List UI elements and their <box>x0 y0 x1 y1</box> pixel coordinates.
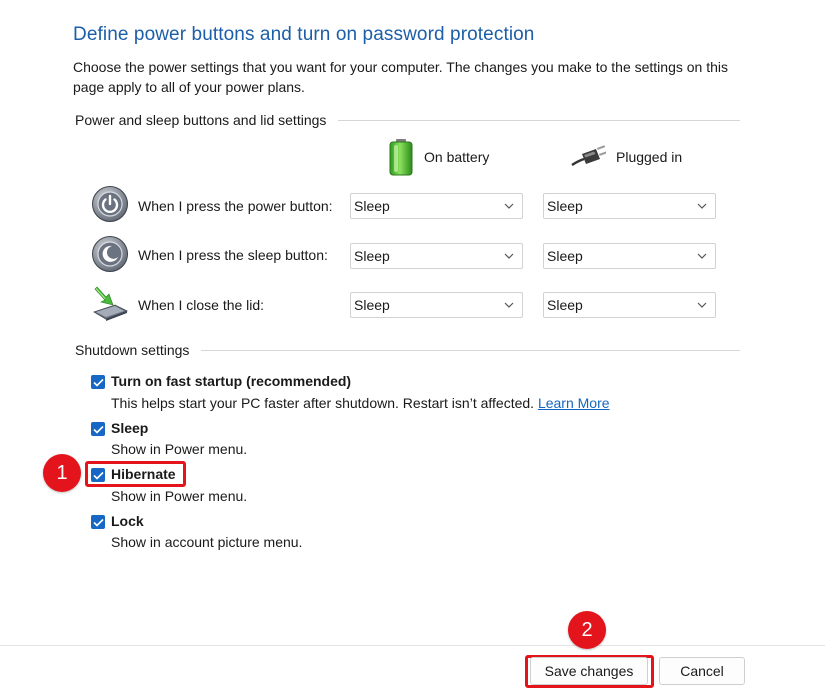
sleep-button-label: When I press the sleep button: <box>138 247 328 263</box>
power-settings-group-label: Power and sleep buttons and lid settings <box>75 112 327 128</box>
page-description: Choose the power settings that you want … <box>73 59 729 95</box>
step-marker-2: 2 <box>568 611 606 649</box>
sleep-button-plugged-select[interactable]: Sleep <box>543 243 716 269</box>
shutdown-settings-group-label: Shutdown settings <box>75 342 190 358</box>
chevron-down-icon <box>504 302 514 308</box>
fast-startup-description: This helps start your PC faster after sh… <box>111 395 610 411</box>
column-label-plugged: Plugged in <box>616 149 683 165</box>
chevron-down-icon <box>697 203 707 209</box>
sleep-option-title: Sleep <box>111 420 149 436</box>
chevron-down-icon <box>504 203 514 209</box>
power-button-battery-select[interactable]: Sleep <box>350 193 523 219</box>
checkmark-icon <box>92 425 104 434</box>
group-divider <box>338 119 740 121</box>
hibernate-checkbox[interactable] <box>91 468 105 482</box>
sleep-checkbox[interactable] <box>91 422 105 436</box>
page-title: Define power buttons and turn on passwor… <box>73 24 535 45</box>
lid-close-plugged-select[interactable]: Sleep <box>543 292 716 318</box>
power-button-icon <box>92 186 128 222</box>
fast-startup-checkbox[interactable] <box>91 375 105 389</box>
save-changes-button[interactable]: Save changes <box>530 657 648 685</box>
step-marker-1: 1 <box>43 454 81 492</box>
laptop-lid-icon <box>93 286 128 321</box>
select-value: Sleep <box>354 198 390 214</box>
column-header-plugged: Plugged in <box>570 137 682 177</box>
select-value: Sleep <box>547 248 583 264</box>
group-divider <box>201 349 740 351</box>
power-button-label: When I press the power button: <box>138 198 333 214</box>
select-value: Sleep <box>354 248 390 264</box>
cancel-button[interactable]: Cancel <box>659 657 745 685</box>
select-value: Sleep <box>547 297 583 313</box>
checkmark-icon <box>92 378 104 387</box>
select-value: Sleep <box>547 198 583 214</box>
chevron-down-icon <box>697 302 707 308</box>
chevron-down-icon <box>697 253 707 259</box>
shutdown-settings-group: Shutdown settings <box>75 340 740 360</box>
lid-close-battery-select[interactable]: Sleep <box>350 292 523 318</box>
power-button-plugged-select[interactable]: Sleep <box>543 193 716 219</box>
fast-startup-description-text: This helps start your PC faster after sh… <box>111 395 535 411</box>
lock-checkbox[interactable] <box>91 515 105 529</box>
checkmark-icon <box>92 471 104 480</box>
lock-option-title: Lock <box>111 513 144 529</box>
chevron-down-icon <box>504 253 514 259</box>
select-value: Sleep <box>354 297 390 313</box>
power-plug-icon <box>571 145 606 167</box>
hibernate-option-title: Hibernate <box>111 466 176 482</box>
checkmark-icon <box>92 518 104 527</box>
column-header-battery: On battery <box>388 137 489 177</box>
learn-more-link[interactable]: Learn More <box>538 395 610 411</box>
power-settings-group: Power and sleep buttons and lid settings <box>75 110 740 130</box>
lid-close-label: When I close the lid: <box>138 297 265 313</box>
sleep-option-description: Show in Power menu. <box>111 441 248 457</box>
sleep-button-battery-select[interactable]: Sleep <box>350 243 523 269</box>
column-label-battery: On battery <box>424 149 490 165</box>
fast-startup-title: Turn on fast startup (recommended) <box>111 373 352 389</box>
battery-icon <box>389 139 413 176</box>
lock-option-description: Show in account picture menu. <box>111 534 303 550</box>
hibernate-option-description: Show in Power menu. <box>111 488 248 504</box>
sleep-button-icon <box>92 236 128 272</box>
